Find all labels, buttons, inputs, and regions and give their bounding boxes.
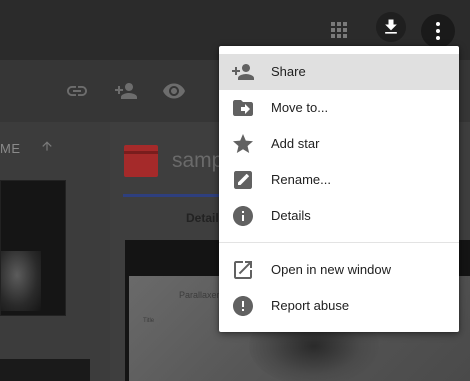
star-icon [231, 132, 255, 156]
menu-item-label: Details [271, 208, 311, 223]
tab-details[interactable]: Detail [186, 211, 219, 225]
menu-item-add-star[interactable]: Add star [219, 126, 459, 162]
video-file-icon [124, 145, 158, 177]
active-tab-indicator [123, 194, 223, 197]
add-person-icon [231, 60, 255, 84]
menu-item-label: Open in new window [271, 262, 391, 277]
menu-item-label: Rename... [271, 172, 331, 187]
menu-item-details[interactable]: Details [219, 198, 459, 234]
menu-item-report-abuse[interactable]: Report abuse [219, 288, 459, 324]
file-list-pane: ME [0, 122, 110, 381]
file-thumbnail[interactable] [0, 180, 66, 316]
more-actions-menu: Share Move to... Add star Rename... Deta… [219, 46, 459, 332]
name-column-header[interactable]: ME [0, 141, 21, 156]
menu-item-move-to[interactable]: Move to... [219, 90, 459, 126]
apps-grid-icon[interactable] [331, 22, 347, 43]
menu-item-share[interactable]: Share [219, 54, 459, 90]
move-folder-icon [231, 96, 255, 120]
download-icon [385, 19, 397, 34]
thumbnail-shading [1, 251, 41, 311]
arrow-up-icon[interactable] [40, 139, 54, 158]
menu-item-open-new-window[interactable]: Open in new window [219, 252, 459, 288]
more-vert-icon [436, 22, 440, 40]
report-icon [231, 294, 255, 318]
menu-item-label: Report abuse [271, 298, 350, 313]
link-icon[interactable] [65, 79, 89, 108]
menu-item-label: Add star [271, 136, 320, 151]
menu-item-label: Move to... [271, 100, 329, 115]
file-title: samp [172, 149, 224, 172]
open-external-icon [231, 258, 255, 282]
add-person-icon[interactable] [114, 79, 138, 108]
menu-item-rename[interactable]: Rename... [219, 162, 459, 198]
download-button[interactable] [376, 12, 406, 42]
info-icon [231, 204, 255, 228]
more-options-button[interactable] [421, 14, 455, 48]
rename-icon [231, 168, 255, 192]
menu-item-label: Share [271, 64, 306, 79]
preview-subtext: Title [143, 318, 155, 324]
eye-icon[interactable] [162, 79, 186, 108]
menu-divider [219, 242, 459, 243]
file-thumbnail[interactable] [0, 359, 90, 381]
